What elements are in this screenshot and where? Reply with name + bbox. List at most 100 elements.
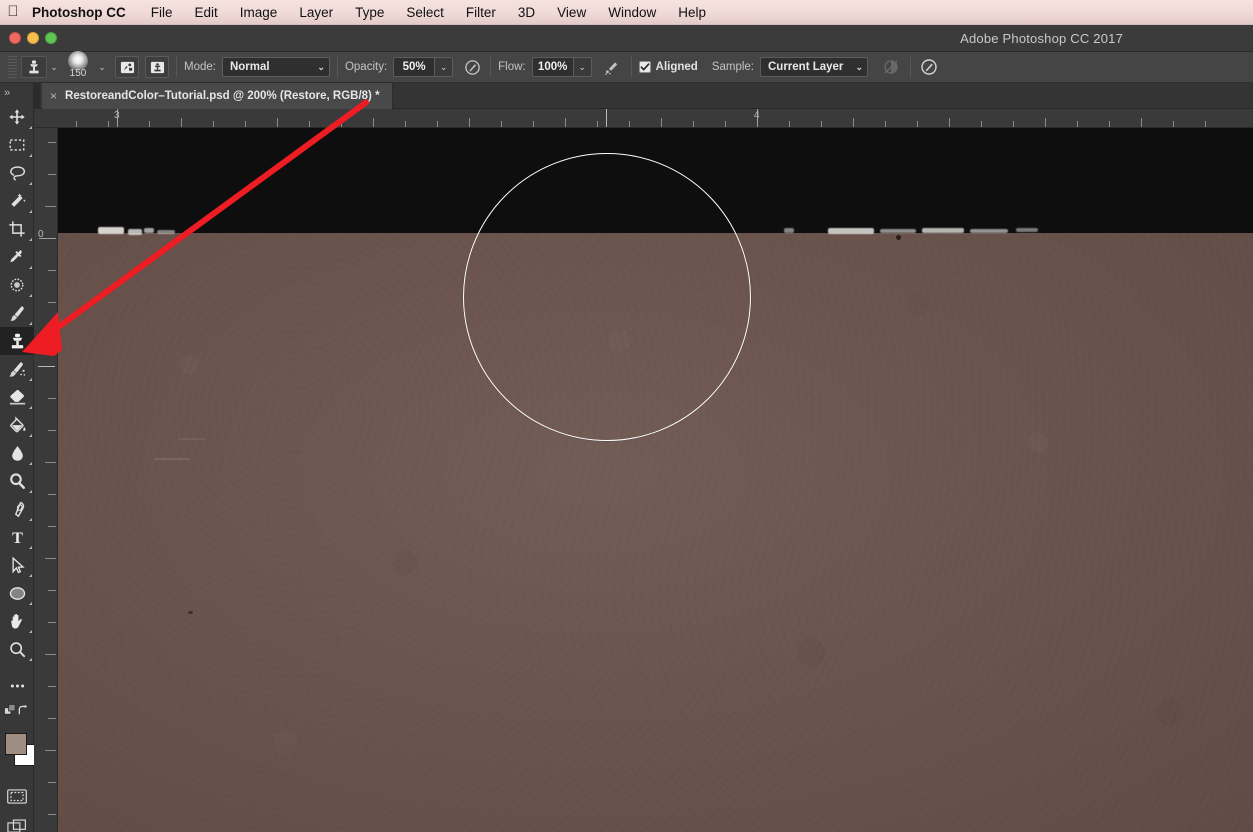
- tool-rectangular-marquee[interactable]: [0, 131, 34, 159]
- flow-input[interactable]: 100%: [532, 57, 574, 77]
- tool-zoom[interactable]: [0, 635, 34, 663]
- brush-preset-picker[interactable]: 150 ⌄: [61, 52, 109, 83]
- close-icon[interactable]: ×: [50, 89, 57, 103]
- brush-preview: 150: [61, 52, 95, 82]
- tool-gradient-paint-bucket[interactable]: [0, 411, 34, 439]
- menu-item-window[interactable]: Window: [597, 0, 667, 25]
- tool-brush[interactable]: [0, 299, 34, 327]
- menu-item-select[interactable]: Select: [395, 0, 455, 25]
- damage-speck: [188, 611, 193, 614]
- tool-flyout-indicator: [29, 378, 32, 381]
- aligned-checkbox[interactable]: [639, 61, 651, 73]
- tool-flyout-indicator: [29, 490, 32, 493]
- menu-item-image[interactable]: Image: [229, 0, 289, 25]
- tool-magic-wand[interactable]: [0, 187, 34, 215]
- menu-item-layer[interactable]: Layer: [288, 0, 344, 25]
- tool-flyout-indicator: [29, 182, 32, 185]
- blend-mode-value: Normal: [230, 61, 309, 73]
- menu-item-3d[interactable]: 3D: [507, 0, 546, 25]
- menu-item-type[interactable]: Type: [344, 0, 395, 25]
- foreground-color-swatch[interactable]: [5, 733, 27, 755]
- damage-speck: [154, 458, 190, 460]
- opacity-input[interactable]: 50%: [393, 57, 435, 77]
- options-bar-grip[interactable]: [8, 56, 17, 78]
- default-colors-icon[interactable]: [4, 704, 17, 722]
- tool-ellipse-shape[interactable]: [0, 579, 34, 607]
- clone-stamp-icon: [21, 56, 47, 78]
- toggle-clone-source-panel-button[interactable]: [145, 56, 169, 78]
- tool-dodge[interactable]: [0, 467, 34, 495]
- tool-eraser[interactable]: [0, 383, 34, 411]
- tool-blur[interactable]: [0, 439, 34, 467]
- blend-mode-select[interactable]: Normal ⌄: [222, 57, 330, 77]
- tool-path-selection[interactable]: [0, 551, 34, 579]
- apple-logo-icon[interactable]: : [0, 4, 26, 21]
- damage-scratch: [128, 229, 142, 235]
- tool-flyout-indicator: [29, 154, 32, 157]
- tool-flyout-indicator: [29, 126, 32, 129]
- traffic-lights: [0, 32, 57, 44]
- tool-flyout-indicator: [29, 518, 32, 521]
- damage-scratch: [828, 228, 874, 234]
- menu-item-help[interactable]: Help: [667, 0, 717, 25]
- svg-text:T: T: [12, 530, 23, 547]
- menu-item-photoshop-cc[interactable]: Photoshop CC: [26, 0, 140, 25]
- tool-flyout-indicator: [29, 630, 32, 633]
- menu-item-view[interactable]: View: [546, 0, 597, 25]
- damage-scratch: [970, 229, 1008, 233]
- tool-move[interactable]: [0, 103, 34, 131]
- brush-picker-caret-icon[interactable]: ⌄: [95, 62, 109, 73]
- menu-item-edit[interactable]: Edit: [184, 0, 229, 25]
- tool-clone-stamp[interactable]: [0, 327, 34, 355]
- aligned-group[interactable]: Aligned: [639, 52, 698, 83]
- minimize-button[interactable]: [27, 32, 39, 44]
- flow-caret-icon[interactable]: ⌄: [574, 57, 592, 77]
- tool-preset-caret-icon[interactable]: ⌄: [47, 62, 61, 73]
- tool-lasso[interactable]: [0, 159, 34, 187]
- tool-flyout-indicator: [29, 266, 32, 269]
- tool-flyout-indicator: [29, 602, 32, 605]
- tool-spot-healing-brush[interactable]: [0, 271, 34, 299]
- menu-item-filter[interactable]: Filter: [455, 0, 507, 25]
- tool-eyedropper[interactable]: [0, 243, 34, 271]
- ruler-label-0: 0: [38, 229, 44, 240]
- pressure-opacity-icon[interactable]: [461, 56, 483, 78]
- opacity-caret-icon[interactable]: ⌄: [435, 57, 453, 77]
- close-button[interactable]: [9, 32, 21, 44]
- damage-scratch: [784, 228, 794, 233]
- damage-scratch: [1016, 228, 1038, 232]
- tool-hand[interactable]: [0, 607, 34, 635]
- brush-size-value: 150: [70, 68, 87, 79]
- toggle-brush-panel-button[interactable]: [115, 56, 139, 78]
- vertical-ruler[interactable]: 0: [34, 128, 58, 832]
- tool-pen[interactable]: [0, 495, 34, 523]
- damage-speck: [896, 235, 901, 240]
- airbrush-icon[interactable]: [602, 56, 624, 78]
- tool-crop[interactable]: [0, 215, 34, 243]
- current-tool-preset[interactable]: ⌄: [21, 52, 61, 83]
- zoom-button[interactable]: [45, 32, 57, 44]
- options-divider-4: [631, 57, 632, 77]
- tool-flyout-indicator: [29, 210, 32, 213]
- damage-speck: [178, 438, 206, 440]
- tool-edit-toolbar[interactable]: [0, 672, 34, 700]
- collapse-panel-icon[interactable]: »: [0, 83, 33, 103]
- image-canvas[interactable]: [58, 128, 1253, 832]
- menu-item-file[interactable]: File: [140, 0, 184, 25]
- chevron-down-icon: ⌄: [309, 62, 325, 73]
- quick-mask-icon[interactable]: [7, 789, 27, 809]
- ruler-cursor-marker-v: [38, 366, 55, 367]
- chevron-down-icon: ⌄: [847, 62, 863, 73]
- opacity-group: Opacity: 50% ⌄: [345, 52, 483, 83]
- horizontal-ruler[interactable]: 3 4: [34, 109, 1253, 128]
- ignore-adjustment-layers-icon[interactable]: [880, 56, 902, 78]
- screen-mode-icon[interactable]: [7, 819, 27, 832]
- tool-flyout-indicator: [29, 294, 32, 297]
- sample-select[interactable]: Current Layer ⌄: [760, 57, 868, 77]
- tool-type[interactable]: T: [0, 523, 34, 551]
- tool-history-brush[interactable]: [0, 355, 34, 383]
- document-tab[interactable]: × RestoreandColor–Tutorial.psd @ 200% (R…: [42, 83, 393, 109]
- brush-cursor-circle: [463, 153, 751, 441]
- swap-colors-icon[interactable]: [17, 704, 30, 722]
- pressure-size-icon[interactable]: [918, 56, 940, 78]
